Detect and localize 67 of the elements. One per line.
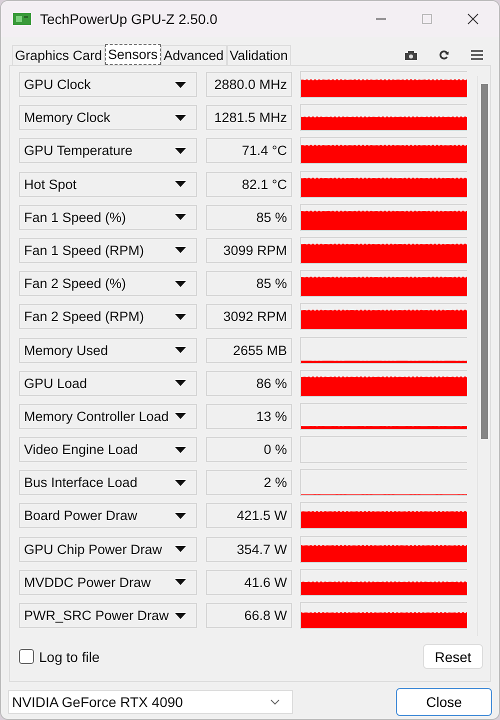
tab[interactable]: Advanced [160, 45, 227, 65]
sensor-dropdown[interactable]: Bus Interface Load [19, 470, 197, 496]
tab[interactable]: Graphics Card [12, 45, 106, 65]
sensor-value: 13 % [206, 404, 292, 429]
sensor-dropdown[interactable]: MVDDC Power Draw [19, 570, 197, 595]
dropdown-arrow-icon[interactable] [175, 480, 186, 486]
tab[interactable]: Validation [226, 45, 291, 65]
chevron-down-icon[interactable] [270, 699, 280, 705]
sensor-dropdown[interactable]: Fan 1 Speed (%) [19, 204, 197, 230]
dropdown-arrow-icon[interactable] [175, 214, 186, 220]
dropdown-arrow-icon[interactable] [175, 247, 186, 254]
close-button[interactable]: Close [396, 688, 492, 716]
camera-icon[interactable] [405, 50, 417, 60]
refresh-icon[interactable] [439, 50, 449, 60]
sensor-value: 82.1 °C [206, 172, 292, 197]
sensor-dropdown[interactable]: Board Power Draw [19, 503, 197, 528]
graphics-card-icon [12, 11, 32, 27]
dropdown-arrow-icon[interactable] [175, 280, 186, 287]
sensor-dropdown[interactable]: GPU Chip Power Draw [19, 536, 197, 562]
dropdown-arrow-icon[interactable] [175, 546, 186, 552]
menu-icon[interactable] [471, 50, 483, 60]
sensor-value: 85 % [206, 271, 292, 296]
scrollbar-thumb[interactable] [481, 84, 488, 439]
sensor-value: 421.5 W [206, 503, 292, 528]
sensor-value: 2655 MB [206, 338, 292, 362]
sensor-dropdown[interactable]: Fan 2 Speed (RPM) [19, 304, 197, 330]
sensor-value: 71.4 °C [206, 138, 292, 164]
dropdown-arrow-icon[interactable] [175, 579, 186, 586]
dropdown-arrow-icon[interactable] [175, 148, 186, 154]
log-to-file-checkbox[interactable]: Log to file [19, 648, 100, 664]
dropdown-arrow-icon[interactable] [175, 82, 186, 88]
tab[interactable]: Sensors [105, 44, 161, 65]
sensor-value: 86 % [206, 370, 292, 396]
sensor-dropdown[interactable]: Video Engine Load [19, 437, 197, 462]
gpu-dropdown[interactable]: NVIDIA GeForce RTX 4090 [8, 690, 293, 714]
dropdown-arrow-icon[interactable] [175, 314, 186, 320]
sensor-dropdown[interactable]: Fan 2 Speed (%) [19, 271, 197, 296]
dropdown-arrow-icon[interactable] [175, 347, 186, 353]
dropdown-arrow-icon[interactable] [175, 413, 186, 420]
sensor-value: 3092 RPM [206, 304, 292, 330]
sensor-dropdown[interactable]: PWR_SRC Power Draw [19, 603, 197, 628]
dropdown-arrow-icon[interactable] [175, 446, 186, 453]
sensor-dropdown[interactable]: Memory Controller Load [19, 404, 197, 429]
sensor-dropdown[interactable]: Hot Spot [19, 172, 197, 197]
sensor-dropdown[interactable]: Memory Used [19, 338, 197, 362]
sensor-value: 66.8 W [206, 603, 292, 628]
dropdown-arrow-icon[interactable] [175, 380, 186, 386]
sensor-value: 85 % [206, 204, 292, 230]
sensor-dropdown[interactable]: GPU Clock [19, 72, 197, 97]
dropdown-arrow-icon[interactable] [175, 612, 186, 618]
sensor-dropdown[interactable]: Memory Clock [19, 105, 197, 130]
dropdown-arrow-icon[interactable] [175, 181, 186, 188]
window-title: TechPowerUp GPU-Z 2.50.0 [40, 11, 218, 27]
sensor-value: 2 % [206, 470, 292, 496]
dropdown-arrow-icon[interactable] [175, 512, 186, 519]
sensor-value: 354.7 W [206, 536, 292, 562]
close-icon[interactable] [467, 13, 479, 25]
reset-button[interactable]: Reset [423, 644, 483, 669]
sensor-dropdown[interactable]: Fan 1 Speed (RPM) [19, 238, 197, 263]
sensor-value: 3099 RPM [206, 238, 292, 263]
sensor-value: 2880.0 MHz [206, 72, 292, 97]
sensor-dropdown[interactable]: GPU Temperature [19, 138, 197, 164]
sensor-value: 1281.5 MHz [206, 105, 292, 130]
dropdown-arrow-icon[interactable] [175, 114, 186, 121]
sensor-value: 0 % [206, 437, 292, 462]
sensor-dropdown[interactable]: GPU Load [19, 370, 197, 396]
sensor-value: 41.6 W [206, 570, 292, 595]
